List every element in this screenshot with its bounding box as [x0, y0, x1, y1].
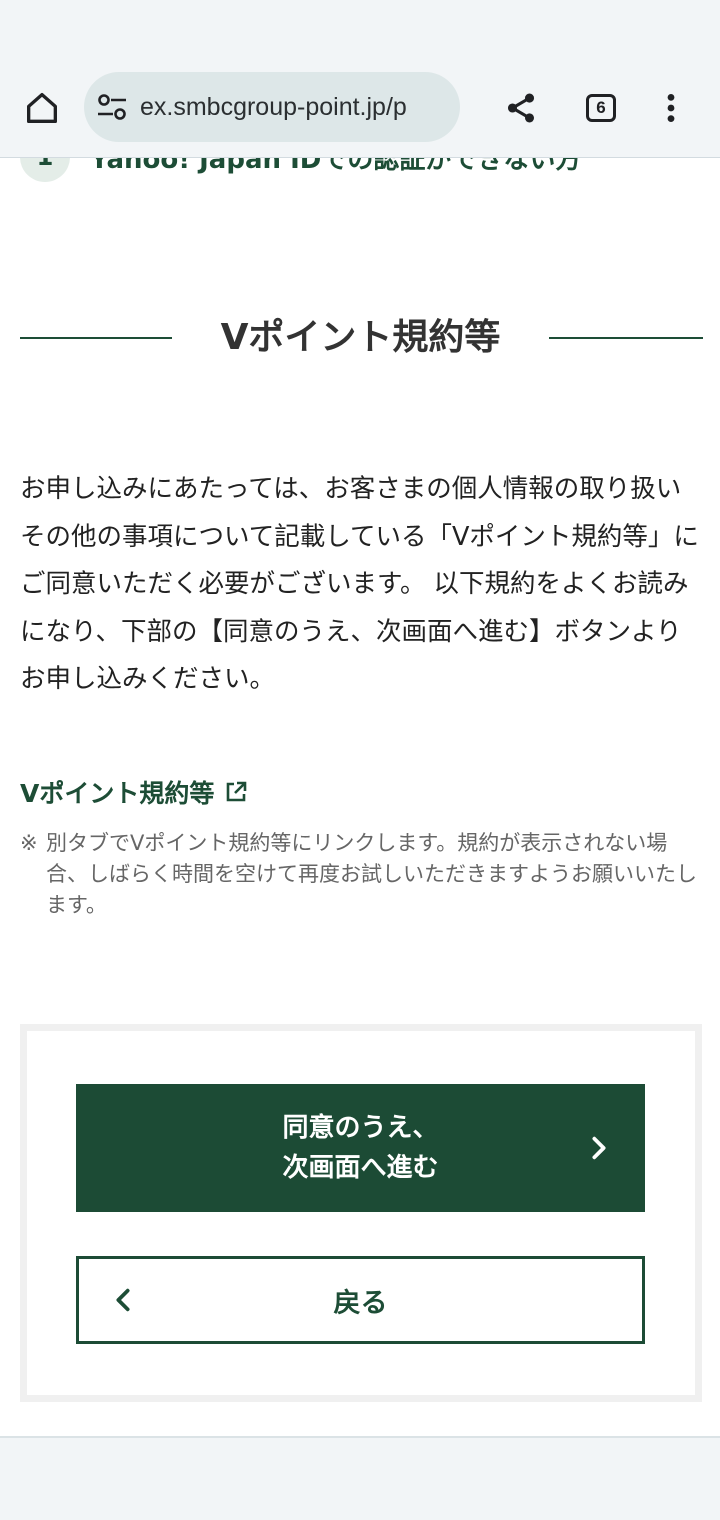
agree-next-label-line2: 次画面へ進む — [282, 1153, 439, 1183]
list-item-label[interactable]: Yahoo! Japan IDでの認証ができない方 — [90, 158, 581, 176]
agree-next-button[interactable]: 同意のうえ、 次画面へ進む — [76, 1084, 645, 1212]
home-icon — [27, 93, 57, 124]
url-text[interactable]: ex.smbcgroup-point.jp/p — [140, 72, 407, 142]
page-title: Vポイント規約等 — [220, 317, 501, 358]
tab-count: 6 — [596, 98, 606, 117]
home-button[interactable] — [18, 84, 66, 132]
step-number: 1 — [20, 158, 70, 182]
tune-icon[interactable] — [96, 91, 128, 123]
note: ※ 別タブでVポイント規約等にリンクします。規約が表示されない場合、しばらく時間… — [20, 828, 700, 921]
status-bar — [0, 0, 720, 56]
address-bar[interactable]: ex.smbcgroup-point.jp/p — [84, 72, 460, 142]
menu-button[interactable] — [647, 84, 695, 132]
back-button[interactable]: 戻る — [76, 1256, 645, 1344]
back-label: 戻る — [333, 1287, 388, 1319]
chevron-left-icon — [116, 1288, 130, 1312]
share-icon — [507, 93, 535, 123]
more-vert-icon — [667, 93, 675, 123]
chevron-right-icon — [592, 1136, 606, 1160]
external-link-icon — [227, 781, 247, 802]
list-item[interactable]: 1 Yahoo! Japan IDでの認証ができない方 — [20, 158, 581, 182]
share-button[interactable] — [497, 84, 545, 132]
heading-divider-left — [20, 337, 172, 339]
tab-switcher-button[interactable]: 6 — [577, 84, 625, 132]
section-heading: Vポイント規約等 — [0, 308, 720, 368]
intro-text: お申し込みにあたっては、お客さまの個人情報の取り扱いその他の事項について記載して… — [20, 474, 699, 694]
tab-switcher-icon: 6 — [586, 94, 616, 122]
note-mark: ※ — [20, 831, 38, 855]
page-content: 1 Yahoo! Japan IDでの認証ができない方 Vポイント規約等 お申し… — [0, 158, 720, 1436]
terms-link-label[interactable]: Vポイント規約等 — [20, 774, 214, 810]
heading-divider-right — [549, 337, 703, 339]
note-text: 別タブでVポイント規約等にリンクします。規約が表示されない場合、しばらく時間を空… — [46, 831, 697, 917]
browser-toolbar: ex.smbcgroup-point.jp/p 6 — [0, 56, 720, 158]
agree-next-label: 同意のうえ、 次画面へ進む — [282, 1108, 438, 1188]
action-panel: 同意のうえ、 次画面へ進む 戻る — [20, 1024, 702, 1402]
agree-next-label-line1: 同意のうえ、 — [282, 1113, 439, 1143]
navigation-bar — [0, 1436, 720, 1520]
terms-link[interactable]: Vポイント規約等 — [20, 772, 248, 812]
